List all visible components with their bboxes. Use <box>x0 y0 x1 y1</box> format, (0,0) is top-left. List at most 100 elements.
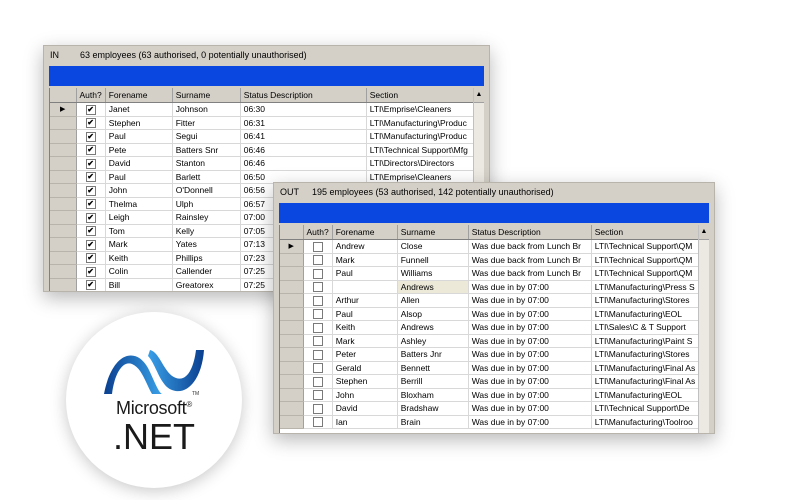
row-pointer-icon[interactable] <box>50 197 77 211</box>
row-pointer-icon[interactable] <box>280 347 304 362</box>
auth-checkbox[interactable]: ✔ <box>85 185 96 196</box>
auth-checkbox[interactable]: ✔ <box>85 118 96 129</box>
out-table-row[interactable]: David Bradshaw Was due in by 07:00 LTI\Tech… <box>280 401 700 416</box>
out-status-cell: Was due in by 07:00 <box>468 374 592 389</box>
row-pointer-icon[interactable] <box>280 374 304 389</box>
in-auth-cell: ✔ <box>76 183 106 198</box>
row-pointer-icon[interactable] <box>280 415 304 429</box>
row-pointer-icon[interactable] <box>50 278 77 291</box>
auth-checkbox[interactable]: ✔ <box>85 158 96 169</box>
row-pointer-icon[interactable] <box>50 143 77 157</box>
out-table-row[interactable]: Paul Alsop Was due in by 07:00 LTI\Manufact… <box>280 307 700 321</box>
out-surname-cell: Ashley <box>397 334 469 348</box>
in-table-row[interactable]: ✔ David Stanton 06:46 LTI\Directors\Director… <box>50 156 477 171</box>
out-table-row[interactable]: Mark Funnell Was due back from Lunch Br LTI… <box>280 253 700 267</box>
row-pointer-icon[interactable] <box>280 361 304 375</box>
in-table-row[interactable]: ✔ Paul Segui 06:41 LTI\Manufacturing\Produc <box>50 129 477 144</box>
row-pointer-icon[interactable] <box>50 129 77 144</box>
auth-checkbox[interactable] <box>312 268 323 279</box>
row-pointer-icon[interactable] <box>280 266 304 281</box>
row-pointer-icon[interactable] <box>280 320 304 335</box>
out-table-row[interactable]: John Bloxham Was due in by 07:00 LTI\Manufa… <box>280 388 700 402</box>
in-table-row[interactable]: ✔ Pete Batters Snr 06:46 LTI\Technical Suppo… <box>50 143 477 157</box>
in-col-forename[interactable]: Forename <box>105 88 173 103</box>
in-table-row[interactable]: ▶ ✔ Janet Johnson 06:30 LTI\Emprise\Cleaners <box>50 102 477 117</box>
row-pointer-icon[interactable] <box>50 224 77 238</box>
out-table-row[interactable]: Andrews Was due in by 07:00 LTI\Manufactur… <box>280 280 700 294</box>
out-col-status[interactable]: Status Description <box>468 225 592 240</box>
auth-checkbox[interactable] <box>312 309 323 320</box>
out-table-row[interactable]: Paul Williams Was due back from Lunch Br LT… <box>280 266 700 281</box>
out-table-row[interactable]: ▶ Andrew Close Was due back from Lunch Br LT… <box>280 239 700 254</box>
in-col-auth[interactable]: Auth? <box>76 88 106 103</box>
auth-checkbox[interactable]: ✔ <box>85 253 96 264</box>
out-table-row[interactable]: Keith Andrews Was due in by 07:00 LTI\Sales… <box>280 320 700 335</box>
auth-checkbox[interactable] <box>312 336 323 347</box>
out-vertical-scrollbar[interactable]: ▲ <box>698 225 709 433</box>
out-table-row[interactable]: Mark Ashley Was due in by 07:00 LTI\Manufac… <box>280 334 700 348</box>
in-section-cell: LTI\Manufacturing\Produc <box>366 116 477 130</box>
row-pointer-icon[interactable] <box>50 183 77 198</box>
out-col-section[interactable]: Section <box>591 225 700 240</box>
in-surname-cell: Callender <box>172 264 241 279</box>
scroll-up-arrow-icon[interactable]: ▲ <box>699 225 709 240</box>
auth-checkbox[interactable]: ✔ <box>85 199 96 210</box>
row-pointer-icon[interactable] <box>50 210 77 225</box>
row-pointer-icon[interactable]: ▶ <box>280 239 304 254</box>
out-auth-cell <box>303 320 333 335</box>
auth-checkbox[interactable] <box>312 295 323 306</box>
auth-checkbox[interactable] <box>312 376 323 387</box>
row-pointer-icon[interactable] <box>50 170 77 184</box>
out-col-auth[interactable]: Auth? <box>303 225 333 240</box>
scroll-up-arrow-icon[interactable]: ▲ <box>474 88 484 103</box>
row-pointer-icon[interactable] <box>280 307 304 321</box>
auth-checkbox[interactable]: ✔ <box>85 226 96 237</box>
in-col-section[interactable]: Section <box>366 88 477 103</box>
auth-checkbox[interactable]: ✔ <box>85 131 96 142</box>
out-table-row[interactable]: Peter Batters Jnr Was due in by 07:00 LTI\M… <box>280 347 700 362</box>
row-pointer-icon[interactable] <box>280 401 304 416</box>
out-table-row[interactable]: Gerald Bennett Was due in by 07:00 LTI\Manu… <box>280 361 700 375</box>
auth-checkbox[interactable]: ✔ <box>85 280 96 291</box>
out-col-surname[interactable]: Surname <box>397 225 469 240</box>
auth-checkbox[interactable]: ✔ <box>85 212 96 223</box>
row-pointer-icon[interactable] <box>50 264 77 279</box>
row-pointer-icon[interactable] <box>50 156 77 171</box>
auth-checkbox[interactable]: ✔ <box>85 172 96 183</box>
row-pointer-icon[interactable] <box>280 293 304 308</box>
row-pointer-icon[interactable] <box>50 251 77 265</box>
auth-checkbox[interactable] <box>312 349 323 360</box>
row-pointer-icon[interactable] <box>50 237 77 252</box>
out-table-row[interactable]: Ian Brain Was due in by 07:00 LTI\Manufactu… <box>280 415 700 429</box>
row-pointer-icon[interactable] <box>50 116 77 130</box>
auth-checkbox[interactable]: ✔ <box>85 145 96 156</box>
out-employee-grid[interactable]: Auth? Forename Surname Status Descriptio… <box>279 225 709 433</box>
row-pointer-icon[interactable] <box>280 253 304 267</box>
row-pointer-icon[interactable]: ▶ <box>50 102 77 117</box>
auth-checkbox[interactable] <box>312 390 323 401</box>
auth-checkbox[interactable] <box>312 282 323 293</box>
in-table-row[interactable]: ✔ Stephen Fitter 06:31 LTI\Manufacturing\Pro… <box>50 116 477 130</box>
auth-checkbox[interactable] <box>312 403 323 414</box>
out-section-cell: LTI\Manufacturing\Press S <box>591 280 700 294</box>
out-table-row[interactable]: Stephen Berrill Was due in by 07:00 LTI\Man… <box>280 374 700 389</box>
auth-checkbox[interactable]: ✔ <box>85 266 96 277</box>
out-forename-cell: Paul <box>332 266 398 281</box>
out-table-row[interactable]: Arthur Allen Was due in by 07:00 LTI\Manufa… <box>280 293 700 308</box>
out-col-forename[interactable]: Forename <box>332 225 398 240</box>
auth-checkbox[interactable] <box>312 322 323 333</box>
net-wordmark: .NET <box>112 416 195 457</box>
out-status-cell: Was due in by 07:00 <box>468 388 592 402</box>
in-col-surname[interactable]: Surname <box>172 88 241 103</box>
auth-checkbox[interactable] <box>312 417 323 428</box>
out-status-cell: Was due in by 07:00 <box>468 347 592 362</box>
auth-checkbox[interactable]: ✔ <box>85 104 96 115</box>
in-col-status[interactable]: Status Description <box>240 88 367 103</box>
row-pointer-icon[interactable] <box>280 280 304 294</box>
row-pointer-icon[interactable] <box>280 334 304 348</box>
auth-checkbox[interactable]: ✔ <box>85 239 96 250</box>
auth-checkbox[interactable] <box>312 363 323 374</box>
auth-checkbox[interactable] <box>312 241 323 252</box>
auth-checkbox[interactable] <box>312 255 323 266</box>
row-pointer-icon[interactable] <box>280 388 304 402</box>
